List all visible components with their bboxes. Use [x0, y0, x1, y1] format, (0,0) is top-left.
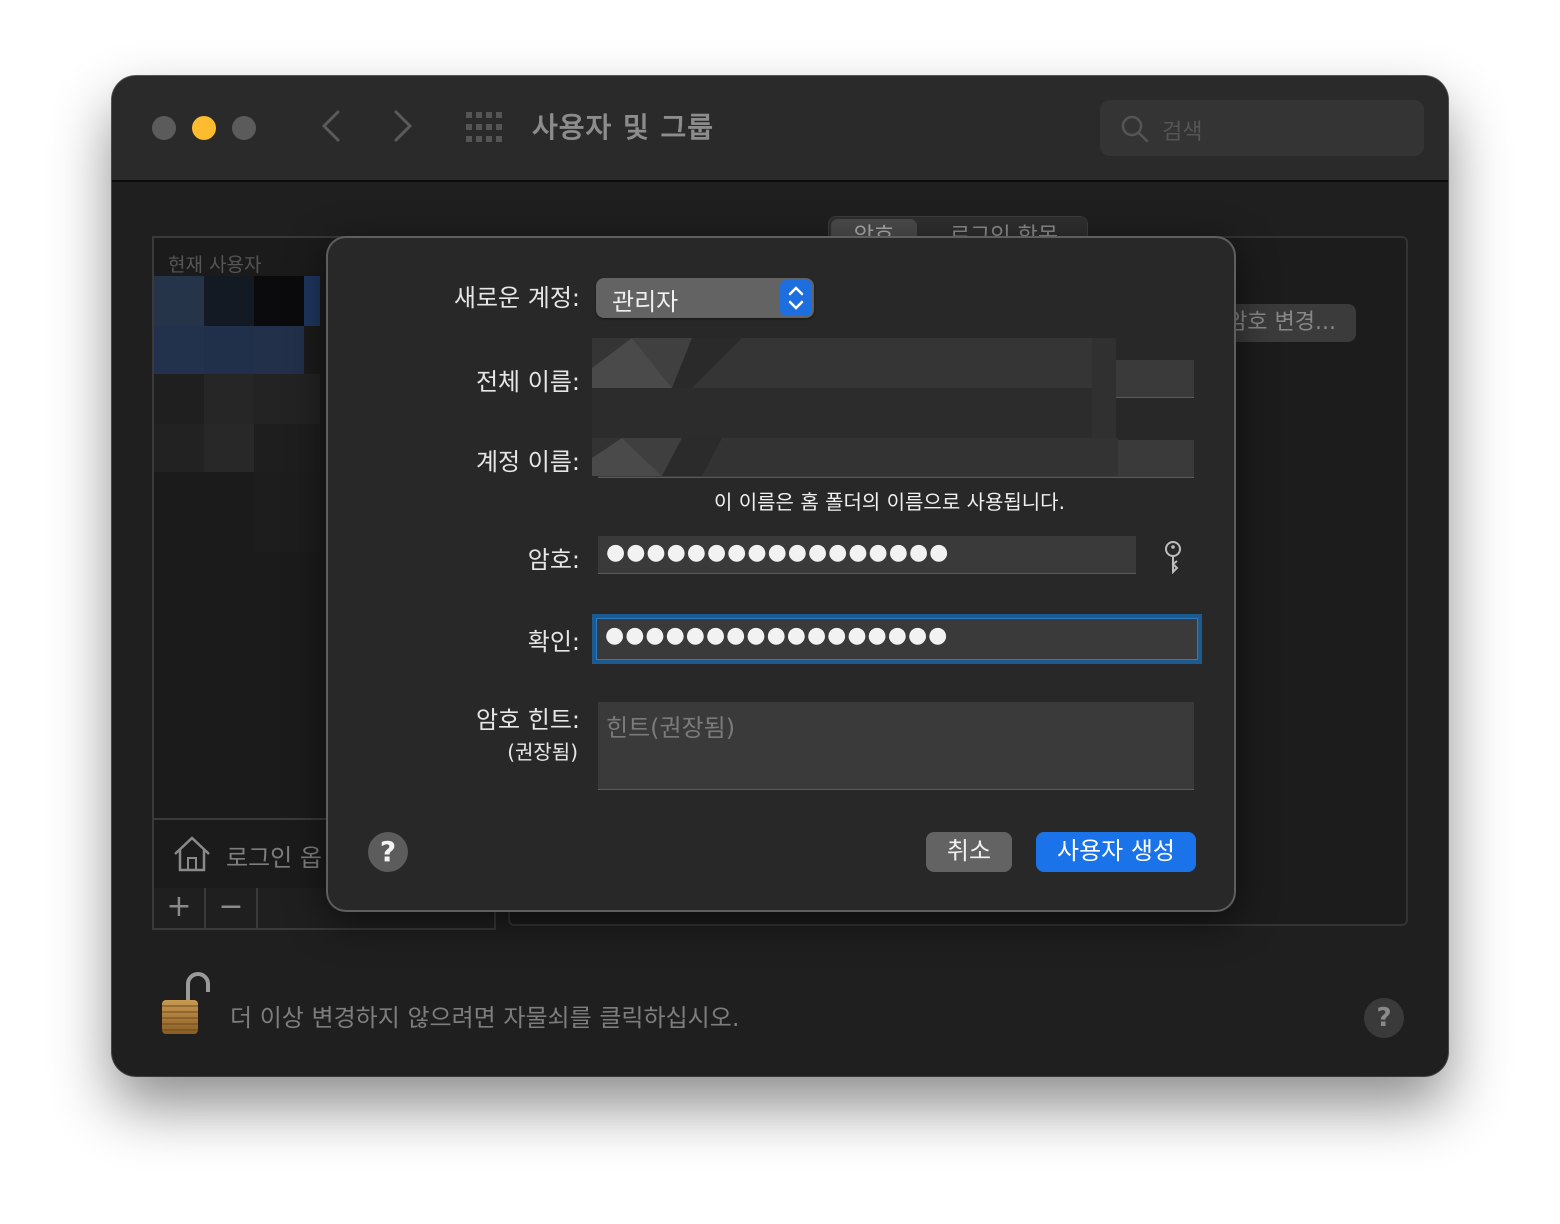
new-account-sheet: 새로운 계정: 관리자 전체 이름: 계정 이름: 이 이름은 홈 폴더의 이름… [328, 238, 1234, 910]
password-hint-sublabel: (권장됨) [507, 740, 578, 764]
back-arrow-icon[interactable] [316, 106, 346, 146]
remove-user-button[interactable]: − [206, 888, 258, 928]
password-label: 암호: [527, 546, 580, 574]
verify-label: 확인: [527, 628, 580, 656]
account-type-popup[interactable]: 관리자 [596, 278, 814, 318]
account-type-value: 관리자 [612, 288, 679, 316]
unlocked-padlock-icon[interactable] [158, 972, 214, 1036]
password-hint-label: 암호 힌트: [475, 706, 580, 734]
help-button[interactable]: ? [1364, 998, 1404, 1038]
forward-arrow-icon[interactable] [388, 106, 418, 146]
redacted-account-name [592, 438, 1118, 476]
popup-stepper [780, 280, 812, 316]
password-hint-field[interactable]: 힌트(권장됨) [598, 702, 1194, 790]
current-users-header: 현재 사용자 [168, 254, 262, 276]
system-preferences-window: 사용자 및 그룹 검색 현재 사용자 로그인 옵 + − 암호 로그인 항목 암… [112, 76, 1448, 1076]
zoom-window-button[interactable] [232, 116, 256, 140]
search-field[interactable]: 검색 [1100, 100, 1424, 156]
verify-field[interactable]: ●●●●●●●●●●●●●●●●● [596, 618, 1198, 660]
account-name-label: 계정 이름: [475, 448, 580, 476]
password-value: ●●●●●●●●●●●●●●●●● [606, 540, 950, 565]
show-all-grid-icon[interactable] [466, 112, 502, 142]
key-icon[interactable] [1160, 540, 1186, 574]
house-icon [174, 836, 210, 872]
close-window-button[interactable] [152, 116, 176, 140]
chevron-updown-icon [788, 286, 804, 310]
password-field[interactable]: ●●●●●●●●●●●●●●●●● [598, 536, 1136, 574]
title-bar: 사용자 및 그룹 검색 [112, 76, 1448, 182]
new-account-label: 새로운 계정: [453, 284, 580, 312]
create-user-button[interactable]: 사용자 생성 [1036, 832, 1196, 872]
verify-value: ●●●●●●●●●●●●●●●●● [605, 623, 949, 648]
full-name-label: 전체 이름: [475, 368, 580, 396]
lock-message: 더 이상 변경하지 않으려면 자물쇠를 클릭하십시오. [230, 1004, 740, 1032]
sheet-help-button[interactable]: ? [368, 832, 408, 872]
search-icon [1121, 115, 1149, 143]
password-hint-placeholder: 힌트(권장됨) [606, 714, 736, 742]
search-placeholder: 검색 [1162, 120, 1203, 145]
add-user-button[interactable]: + [154, 888, 206, 928]
login-options-label: 로그인 옵 [226, 844, 322, 872]
window-title: 사용자 및 그룹 [532, 111, 715, 144]
cancel-button[interactable]: 취소 [926, 832, 1012, 872]
account-name-note: 이 이름은 홈 폴더의 이름으로 사용됩니다. [714, 490, 1065, 514]
minimize-window-button[interactable] [192, 116, 216, 140]
redacted-full-name [592, 338, 1116, 438]
